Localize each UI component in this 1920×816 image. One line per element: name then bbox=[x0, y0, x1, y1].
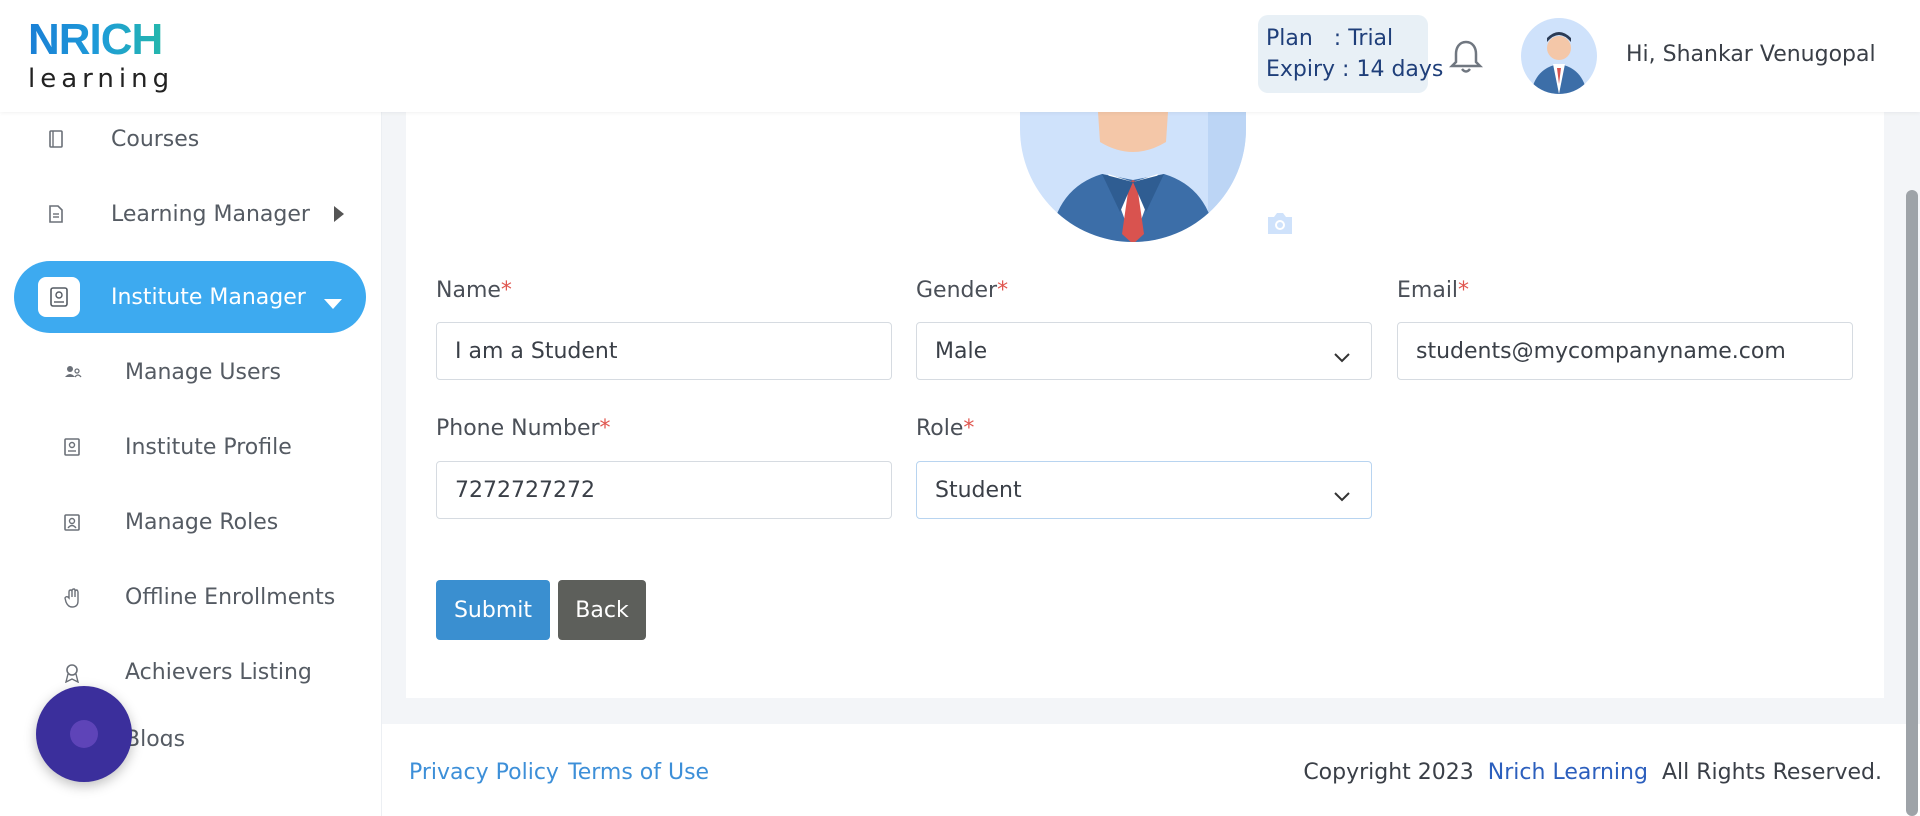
sidebar-item-label: Blogs bbox=[125, 727, 186, 747]
role-select[interactable]: Student bbox=[916, 461, 1372, 519]
submit-button[interactable]: Submit bbox=[436, 580, 550, 640]
footer: Privacy Policy Terms of Use Copyright 20… bbox=[382, 724, 1920, 816]
logo-wordmark: NRICH bbox=[28, 18, 188, 62]
sidebar-item-label: Offline Enrollments bbox=[125, 584, 336, 610]
privacy-policy-link[interactable]: Privacy Policy bbox=[409, 760, 559, 785]
chevron-right-icon bbox=[334, 206, 344, 222]
document-icon bbox=[48, 205, 64, 223]
sidebar-item-label: Courses bbox=[111, 126, 200, 152]
sidebar-item-label: Manage Users bbox=[125, 359, 281, 385]
chat-icon bbox=[70, 720, 98, 748]
email-input[interactable]: students@mycompanyname.com bbox=[1397, 322, 1853, 380]
user-avatar[interactable] bbox=[1521, 18, 1597, 94]
email-input-value: students@mycompanyname.com bbox=[1416, 338, 1786, 364]
top-header: NRICH learning Plan : Trial Expiry : 14 … bbox=[0, 0, 1920, 112]
book-icon bbox=[48, 130, 64, 148]
sidebar-item-label: Manage Roles bbox=[125, 509, 279, 535]
nrich-learning-link[interactable]: Nrich Learning bbox=[1488, 760, 1648, 785]
sidebar-item-institute-manager[interactable]: Institute Manager bbox=[14, 261, 366, 333]
sidebar-item-label: Achievers Listing bbox=[125, 659, 312, 685]
nrich-learning-logo[interactable]: NRICH learning bbox=[28, 18, 188, 95]
sidebar-item-learning-manager[interactable]: Learning Manager bbox=[14, 178, 366, 250]
role-badge-icon bbox=[64, 513, 80, 531]
phone-field-label: Phone Number* bbox=[436, 416, 611, 441]
logo-tagline: learning bbox=[28, 64, 175, 94]
email-field-label: Email* bbox=[1397, 278, 1470, 303]
page-scrollbar[interactable] bbox=[1906, 190, 1918, 816]
sidebar-item-label: Institute Manager bbox=[111, 284, 306, 310]
sidebar-item-manage-roles[interactable]: Manage Roles bbox=[14, 486, 366, 558]
profile-picture[interactable] bbox=[1020, 112, 1246, 242]
users-icon bbox=[64, 363, 82, 381]
terms-of-use-link[interactable]: Terms of Use bbox=[568, 760, 709, 785]
plan-info-badge: Plan : Trial Expiry : 14 days bbox=[1258, 15, 1444, 93]
sidebar-item-label: Learning Manager bbox=[111, 201, 310, 227]
copyright-text: Copyright 2023 Nrich Learning All Rights… bbox=[1303, 760, 1882, 785]
phone-input[interactable]: 7272727272 bbox=[436, 461, 892, 519]
chevron-down-icon bbox=[324, 299, 342, 309]
gender-select[interactable]: Male bbox=[916, 322, 1372, 380]
hand-icon bbox=[64, 588, 80, 608]
sidebar-item-offline-enrollments[interactable]: Offline Enrollments bbox=[14, 561, 366, 633]
sidebar-item-institute-profile[interactable]: Institute Profile bbox=[14, 411, 366, 483]
role-field-label: Role* bbox=[916, 416, 975, 441]
sidebar-item-label: Institute Profile bbox=[125, 434, 292, 460]
gender-field-label: Gender* bbox=[916, 278, 1009, 303]
name-field-label: Name* bbox=[436, 278, 512, 303]
award-icon bbox=[64, 663, 80, 684]
chat-widget-button[interactable] bbox=[36, 686, 132, 782]
id-badge-icon bbox=[38, 277, 80, 317]
gender-select-value: Male bbox=[935, 338, 988, 364]
profile-card-icon bbox=[64, 438, 80, 456]
expiry-line: Expiry : 14 days bbox=[1266, 57, 1444, 82]
sidebar-item-manage-users[interactable]: Manage Users bbox=[14, 336, 366, 408]
chevron-down-icon bbox=[1333, 345, 1351, 363]
phone-input-value: 7272727272 bbox=[455, 477, 595, 503]
camera-icon[interactable] bbox=[1264, 208, 1296, 238]
edit-user-card: Name* I am a Student Gender* Male Email*… bbox=[406, 112, 1884, 698]
notification-bell-icon[interactable] bbox=[1448, 38, 1484, 76]
plan-line: Plan : Trial bbox=[1266, 26, 1394, 51]
name-input-value: I am a Student bbox=[455, 338, 618, 364]
back-button[interactable]: Back bbox=[558, 580, 646, 640]
sidebar-item-courses[interactable]: Courses bbox=[14, 103, 366, 175]
name-input[interactable]: I am a Student bbox=[436, 322, 892, 380]
chevron-down-icon bbox=[1333, 484, 1351, 502]
role-select-value: Student bbox=[935, 477, 1022, 503]
user-greeting[interactable]: Hi, Shankar Venugopal bbox=[1626, 42, 1876, 67]
